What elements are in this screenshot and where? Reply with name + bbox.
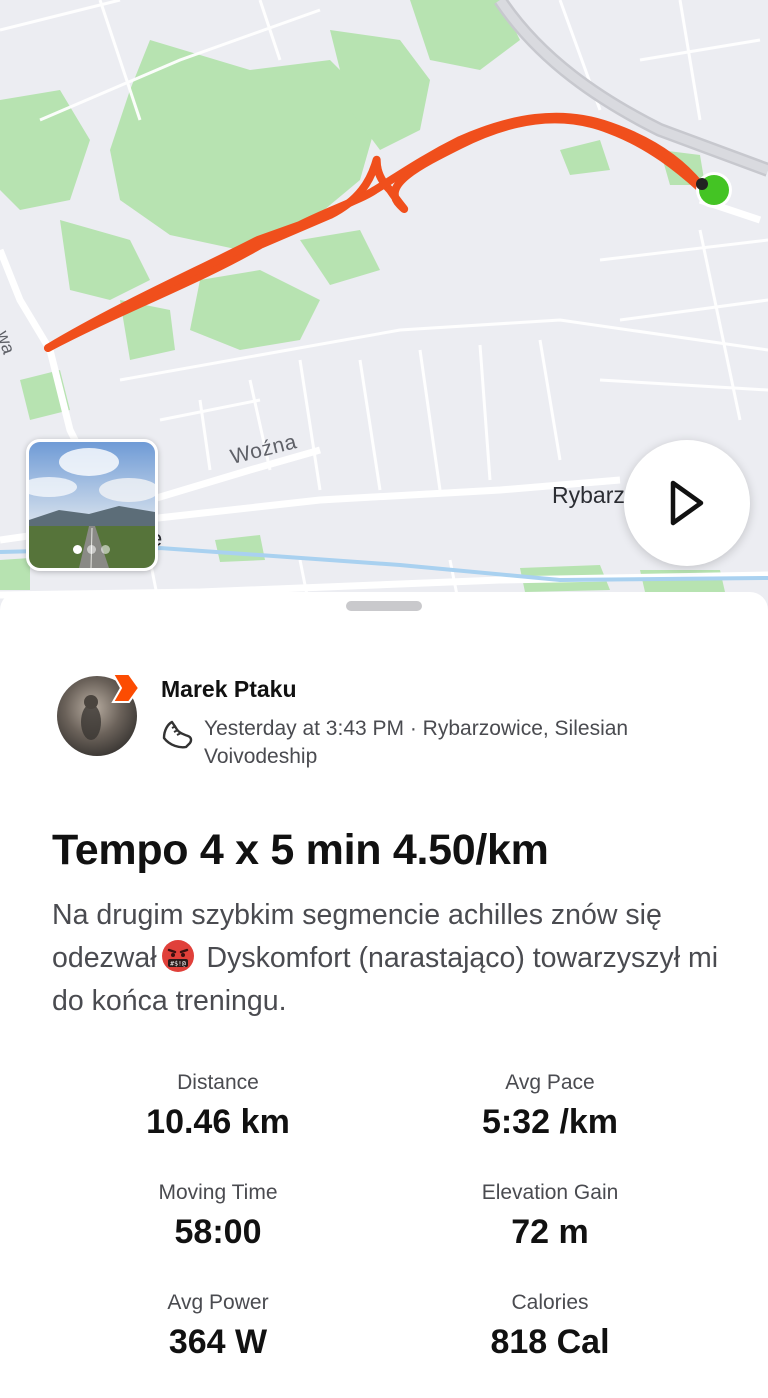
activity-detail-sheet: Marek Ptaku Yesterday at 3:43 PM · Rybar… [0, 592, 768, 1398]
activity-description: Na drugim szybkim segmencie achilles znó… [52, 894, 732, 1023]
sheet-drag-handle[interactable] [346, 601, 422, 611]
stat-label: Elevation Gain [481, 1181, 619, 1204]
route-map[interactable]: Woźna Rybarz e wa [0, 0, 768, 620]
athlete-name[interactable]: Marek Ptaku [161, 676, 297, 703]
stat-value: 72 m [511, 1213, 589, 1251]
carousel-dot [101, 545, 110, 554]
photo-carousel-dots [73, 545, 110, 554]
stat-label: Avg Pace [505, 1071, 595, 1094]
stat-value: 10.46 km [146, 1103, 290, 1141]
stat-value: 5:32 /km [481, 1103, 619, 1141]
stat-elevation-gain: Elevation Gain 72 m [400, 1181, 700, 1252]
activity-photo-thumbnail[interactable] [26, 439, 158, 571]
stat-distance: Distance 10.46 km [68, 1071, 368, 1142]
stat-moving-time: Moving Time 58:00 [68, 1181, 368, 1252]
end-marker [696, 178, 708, 190]
stat-label: Moving Time [158, 1181, 278, 1204]
stat-calories: Calories 818 Cal [400, 1291, 700, 1362]
stat-avg-pace: Avg Pace 5:32 /km [400, 1071, 700, 1142]
activity-title: Tempo 4 x 5 min 4.50/km [52, 826, 549, 874]
subscriber-badge-icon [111, 673, 141, 703]
stat-value: 58:00 [174, 1213, 262, 1251]
stat-avg-power: Avg Power 364 W [68, 1291, 368, 1362]
athlete-avatar[interactable] [57, 673, 141, 758]
map-label-rybarzowice: Rybarz [552, 482, 625, 508]
play-flyover-button[interactable] [624, 440, 750, 566]
carousel-dot [87, 545, 96, 554]
stat-value: 818 Cal [490, 1323, 610, 1361]
stat-value: 364 W [168, 1323, 268, 1361]
stat-label: Calories [511, 1291, 589, 1314]
stat-label: Avg Power [167, 1291, 269, 1314]
stat-label: Distance [177, 1071, 259, 1094]
carousel-dot [73, 545, 82, 554]
face-with-symbols-on-mouth-icon: #$!@ [161, 940, 194, 972]
svg-text:#$!@: #$!@ [170, 960, 186, 968]
activity-date-location: Yesterday at 3:43 PM · Rybarzowice, Sile… [204, 717, 629, 768]
play-icon [670, 480, 704, 526]
running-shoe-icon [162, 720, 193, 749]
